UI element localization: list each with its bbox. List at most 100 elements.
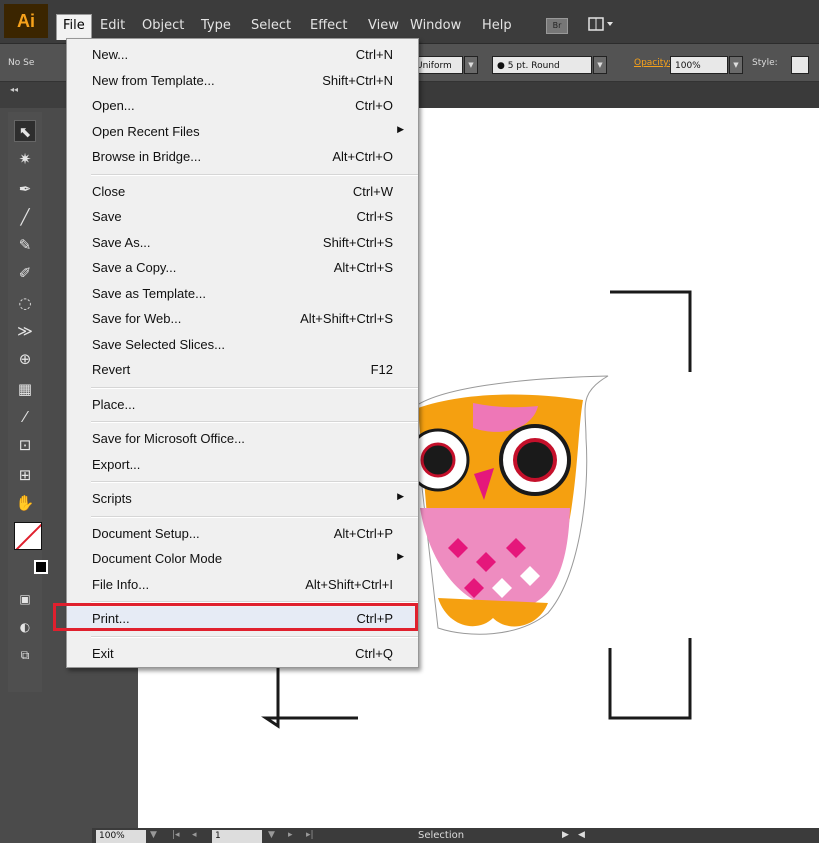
- last-page-icon[interactable]: ▸|: [306, 830, 314, 840]
- line-tool-icon[interactable]: ╱: [14, 206, 36, 228]
- menu-view[interactable]: View: [362, 14, 405, 38]
- menu-type[interactable]: Type: [195, 14, 237, 38]
- menu-item-new[interactable]: New... Ctrl+N: [67, 43, 418, 67]
- menu-item-place[interactable]: Place...: [67, 393, 418, 417]
- menu-object[interactable]: Object: [136, 14, 190, 38]
- menu-item-shortcut: Alt+Ctrl+S: [333, 260, 393, 275]
- print-highlight-box: [53, 603, 418, 631]
- menu-help[interactable]: Help: [476, 14, 518, 38]
- width-tool-icon[interactable]: ≫: [14, 320, 36, 342]
- menu-separator: [91, 421, 418, 423]
- brush-label: 5 pt. Round: [507, 61, 560, 71]
- menu-window[interactable]: Window: [404, 14, 467, 38]
- menu-item-label: Browse in Bridge...: [92, 149, 202, 164]
- menu-item-save-for-web[interactable]: Save for Web... Alt+Shift+Ctrl+S: [67, 307, 418, 331]
- blob-brush-tool-icon[interactable]: ✐: [14, 262, 36, 284]
- mesh-tool-icon[interactable]: ▦: [14, 378, 36, 400]
- crop-mark-bottom-left: [261, 668, 358, 729]
- prev-page-icon[interactable]: ◂: [192, 830, 197, 840]
- menu-separator: [91, 515, 418, 518]
- menu-item-save-selected-slices[interactable]: Save Selected Slices...: [67, 333, 418, 357]
- menu-item-scripts[interactable]: Scripts ▶: [67, 487, 418, 511]
- status-back-icon[interactable]: ◀: [578, 830, 585, 840]
- collapse-panel-icon[interactable]: ◂◂: [10, 85, 18, 94]
- draw-mode-icon[interactable]: ▣: [14, 588, 36, 610]
- menu-item-open[interactable]: Open... Ctrl+O: [67, 94, 418, 118]
- menu-file[interactable]: File: [56, 14, 92, 40]
- zoom-dropdown-icon[interactable]: ▼: [150, 830, 157, 840]
- status-play-icon[interactable]: ▶: [562, 830, 569, 840]
- menu-item-label: Export...: [92, 456, 141, 472]
- stroke-profile-dropdown[interactable]: ▼: [464, 56, 478, 74]
- menu-item-document-color-mode[interactable]: Document Color Mode ▶: [67, 547, 418, 571]
- menu-item-label: New...: [92, 47, 129, 62]
- selection-tool-icon[interactable]: ⬉: [14, 120, 36, 142]
- submenu-arrow-icon: ▶: [397, 123, 404, 134]
- paintbrush-tool-icon[interactable]: ✎: [14, 234, 36, 256]
- menu-item-save-for-microsoft-office[interactable]: Save for Microsoft Office...: [67, 427, 418, 451]
- shape-builder-tool-icon[interactable]: ⊕: [14, 348, 36, 370]
- opacity-field[interactable]: 100%: [670, 56, 728, 74]
- menu-item-save-a-copy[interactable]: Save a Copy... Alt+Ctrl+S: [67, 256, 418, 280]
- bridge-button[interactable]: Br: [546, 18, 568, 34]
- menu-item-label: File Info...: [92, 576, 150, 592]
- menu-item-shortcut: Ctrl+N: [355, 47, 393, 62]
- menu-item-label: Close: [92, 183, 126, 199]
- fill-swatch[interactable]: [14, 522, 42, 550]
- menu-item-document-setup[interactable]: Document Setup... Alt+Ctrl+P: [67, 522, 418, 546]
- brush-dropdown[interactable]: ▼: [593, 56, 607, 74]
- magic-wand-tool-icon[interactable]: ✷: [14, 148, 36, 170]
- symbol-sprayer-tool-icon[interactable]: ⊡: [14, 434, 36, 456]
- menu-item-new-from-template[interactable]: New from Template... Shift+Ctrl+N: [67, 69, 418, 93]
- color-mode-icon[interactable]: ◐: [14, 616, 36, 638]
- crop-mark-top-right: [610, 290, 692, 372]
- menu-item-shortcut: Alt+Shift+Ctrl+S: [300, 311, 393, 326]
- menu-item-close[interactable]: Close Ctrl+W: [67, 180, 418, 204]
- opacity-dropdown[interactable]: ▼: [729, 56, 743, 74]
- next-page-icon[interactable]: ▸: [288, 830, 293, 840]
- menu-item-shortcut: Shift+Ctrl+N: [322, 72, 393, 88]
- zoom-field[interactable]: 100%: [96, 830, 146, 843]
- menu-item-save-as-template[interactable]: Save as Template...: [67, 282, 418, 306]
- opacity-label[interactable]: Opacity:: [634, 58, 671, 68]
- menu-item-label: Save for Microsoft Office...: [92, 431, 245, 446]
- menu-item-label: Save as Template...: [92, 285, 206, 301]
- menu-item-save[interactable]: Save Ctrl+S: [67, 205, 418, 229]
- brush-select[interactable]: ● 5 pt. Round: [492, 56, 592, 74]
- no-fill-icon: [15, 523, 41, 549]
- arrange-documents-button[interactable]: [588, 16, 622, 36]
- eyedropper-tool-icon[interactable]: ⁄: [14, 406, 36, 428]
- screen-mode-icon[interactable]: ⧉: [14, 644, 36, 666]
- artboard-tool-icon[interactable]: ⊞: [14, 464, 36, 486]
- rotate-tool-icon[interactable]: ◌: [14, 292, 36, 314]
- page-field[interactable]: 1: [212, 830, 262, 843]
- menu-item-shortcut: Ctrl+O: [355, 98, 393, 113]
- stroke-swatch[interactable]: [34, 560, 48, 574]
- menu-item-open-recent-files[interactable]: Open Recent Files ▶: [67, 120, 418, 144]
- menu-item-exit[interactable]: Exit Ctrl+Q: [67, 642, 418, 666]
- menu-item-revert[interactable]: Revert F12: [67, 358, 418, 382]
- menu-separator: [91, 635, 418, 638]
- menu-edit[interactable]: Edit: [94, 14, 131, 38]
- menu-select[interactable]: Select: [245, 14, 297, 38]
- menu-effect[interactable]: Effect: [304, 14, 353, 38]
- style-swatch[interactable]: [791, 56, 809, 74]
- first-page-icon[interactable]: |◂: [172, 830, 180, 840]
- menu-item-label: Document Setup...: [92, 525, 200, 541]
- page-dropdown-icon[interactable]: ▼: [268, 830, 275, 840]
- menu-item-export[interactable]: Export...: [67, 453, 418, 477]
- hand-tool-icon[interactable]: ✋: [14, 492, 36, 514]
- app-logo: Ai: [4, 4, 48, 38]
- menu-item-shortcut: Alt+Shift+Ctrl+I: [305, 576, 393, 592]
- pen-tool-icon[interactable]: ✒: [14, 178, 36, 200]
- menu-item-label: Revert: [92, 362, 131, 377]
- status-bar: 100% ▼ |◂ ◂ 1 ▼ ▸ ▸| Selection ▶ ◀: [92, 828, 819, 843]
- menu-item-browse-in-bridge[interactable]: Browse in Bridge... Alt+Ctrl+O: [67, 145, 418, 169]
- menu-separator: [91, 386, 418, 389]
- submenu-arrow-icon: ▶: [397, 551, 404, 561]
- status-text[interactable]: Selection: [418, 830, 464, 841]
- menu-item-file-info[interactable]: File Info... Alt+Shift+Ctrl+I: [67, 573, 418, 597]
- menu-item-label: Save Selected Slices...: [92, 336, 225, 352]
- menu-item-save-as[interactable]: Save As... Shift+Ctrl+S: [67, 231, 418, 255]
- menu-item-label: Open Recent Files: [92, 123, 200, 139]
